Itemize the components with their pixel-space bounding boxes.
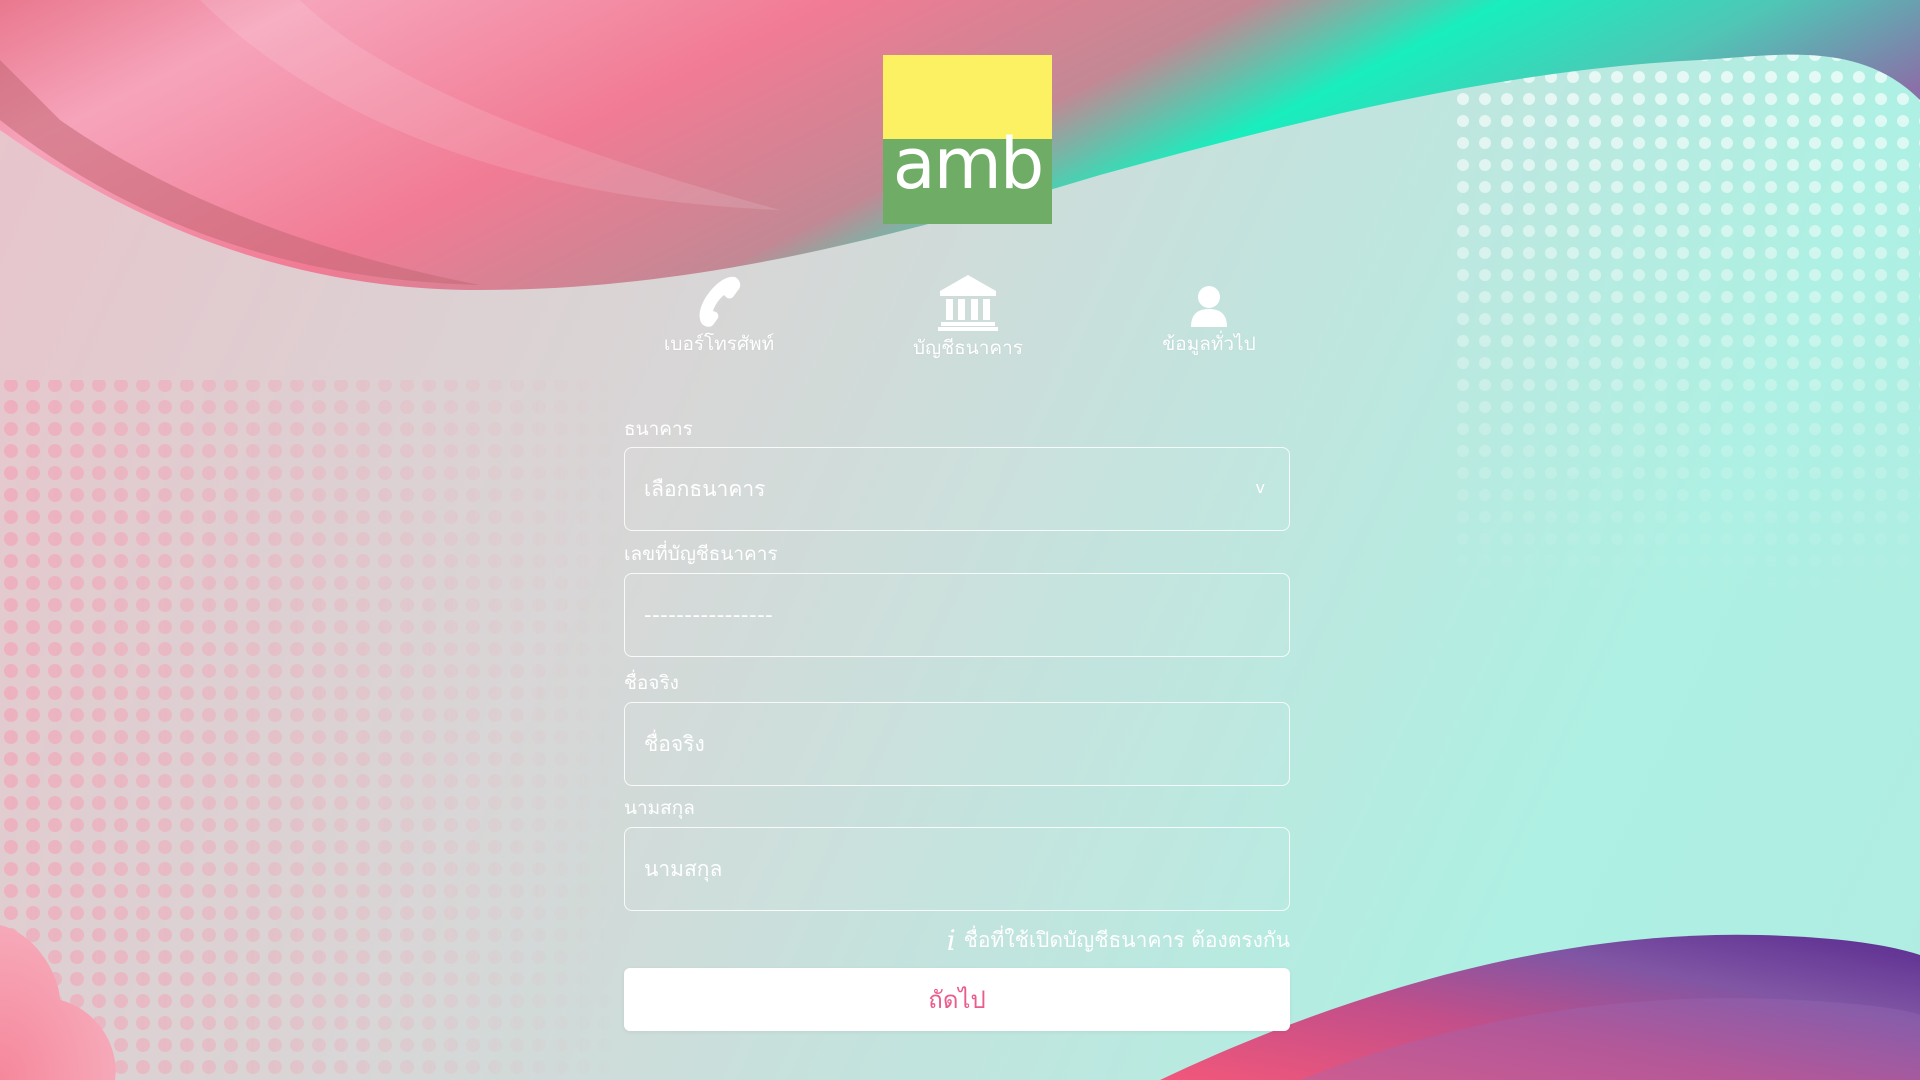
name-match-note: i ชื่อที่ใช้เปิดบัญชีธนาคาร ต้องตรงกัน [947, 924, 1290, 957]
next-button[interactable]: ถัดไป [624, 968, 1290, 1031]
account-number-label: เลขที่บัญชีธนาคาร [624, 543, 778, 565]
bank-icon [938, 275, 998, 331]
name-match-note-text: ชื่อที่ใช้เปิดบัญชีธนาคาร ต้องตรงกัน [963, 928, 1290, 952]
chevron-down-icon: v [1255, 478, 1265, 497]
info-icon: i [946, 923, 956, 957]
account-number-input[interactable]: ---------------- [624, 573, 1290, 657]
logo-text: amb [892, 123, 1045, 205]
step-phone: เบอร์โทรศัพท์ [634, 275, 804, 359]
last-name-label: นามสกุล [624, 797, 695, 819]
account-number-placeholder: ---------------- [644, 603, 774, 627]
last-name-input[interactable]: นามสกุล [624, 827, 1290, 911]
bank-label: ธนาคาร [624, 418, 693, 440]
step-label-phone: เบอร์โทรศัพท์ [663, 333, 775, 355]
bank-select-value: เลือกธนาคาร [644, 476, 766, 501]
registration-steps: เบอร์โทรศัพท์ บัญชีธนาคาร ข้อมูลทั่วไป [624, 275, 1290, 365]
first-name-input[interactable]: ชื่อจริง [624, 702, 1290, 786]
step-general-info: ข้อมูลทั่วไป [1124, 275, 1294, 359]
step-label-bank: บัญชีธนาคาร [913, 337, 1023, 359]
first-name-placeholder: ชื่อจริง [644, 731, 705, 756]
amb-logo: amb [883, 55, 1052, 224]
last-name-placeholder: นามสกุล [644, 856, 723, 881]
step-label-general: ข้อมูลทั่วไป [1162, 333, 1256, 355]
step-bank-account: บัญชีธนาคาร [883, 275, 1053, 363]
phone-icon [699, 276, 741, 327]
user-icon [1191, 286, 1227, 327]
first-name-label: ชื่อจริง [624, 672, 679, 694]
bank-select[interactable]: เลือกธนาคาร v [624, 447, 1290, 531]
